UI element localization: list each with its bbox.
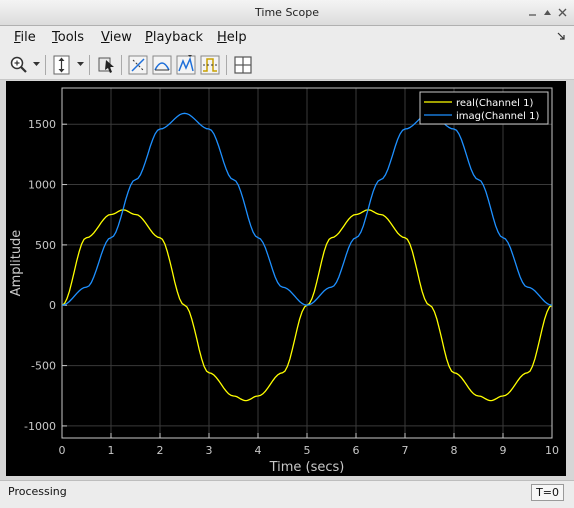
menu-playback-label: layback <box>152 30 204 45</box>
toolbar-separator <box>121 55 122 75</box>
zoom-y-icon <box>53 55 70 75</box>
window-title: Time Scope <box>255 6 319 19</box>
close-icon <box>558 8 567 17</box>
legend-label: real(Channel 1) <box>456 98 533 109</box>
data-cursor-button[interactable] <box>95 54 117 76</box>
menu-tools[interactable]: Tools <box>52 30 84 45</box>
chevron-down-icon <box>77 62 84 66</box>
menu-file[interactable]: File <box>14 30 36 45</box>
y-tick-label: 1000 <box>28 179 56 192</box>
menu-help-mnemonic: H <box>217 30 227 45</box>
toolbar-separator <box>89 55 90 75</box>
toolbar <box>0 50 574 80</box>
cursor-measurements-button[interactable] <box>127 54 149 76</box>
window-titlebar: Time Scope <box>0 0 574 26</box>
y-tick-label: -500 <box>31 360 56 373</box>
undock-arrow-icon <box>557 32 565 40</box>
minimize-button[interactable] <box>528 8 537 17</box>
x-tick-label: 1 <box>108 444 115 457</box>
menu-playback-mnemonic: P <box>145 30 153 45</box>
x-tick-label: 5 <box>304 444 311 457</box>
signal-statistics-button[interactable] <box>151 54 173 76</box>
menu-bar: File Tools View Playback Help <box>0 26 574 50</box>
menu-view[interactable]: View <box>101 30 132 45</box>
bilevel-measurements-icon <box>200 55 220 75</box>
layout-icon <box>234 56 252 74</box>
status-bar: Processing T=0 <box>0 480 574 508</box>
maximize-icon <box>544 10 551 15</box>
menu-help[interactable]: Help <box>217 30 247 45</box>
zoom-in-icon <box>10 56 27 73</box>
x-axis-label: Time (secs) <box>269 460 345 475</box>
time-scope-chart: 0 1 2 3 4 5 6 7 8 9 10 -1000 -500 0 500 1000 1500 Time (s… <box>9 87 559 475</box>
legend-label: imag(Channel 1) <box>456 111 539 122</box>
menu-tools-label: ools <box>57 30 85 45</box>
x-tick-label: 9 <box>500 444 507 457</box>
maximize-button[interactable] <box>543 8 552 17</box>
menu-help-label: elp <box>226 30 247 45</box>
y-tick-label: 1500 <box>28 118 56 131</box>
data-cursor-icon <box>98 57 114 73</box>
scale-y-button[interactable] <box>51 54 73 76</box>
simulation-time: T=0 <box>531 484 564 501</box>
undock-button[interactable] <box>557 32 566 44</box>
x-tick-label: 6 <box>353 444 360 457</box>
x-tick-label: 4 <box>255 444 262 457</box>
scope-display[interactable]: 0 1 2 3 4 5 6 7 8 9 10 -1000 -500 0 500 1000 1500 Time (s… <box>6 81 566 476</box>
minimize-icon <box>529 14 536 16</box>
toolbar-separator <box>45 55 46 75</box>
menu-playback[interactable]: Playback <box>145 30 203 45</box>
peak-finder-icon <box>176 55 196 75</box>
x-tick-label: 3 <box>206 444 213 457</box>
y-tick-label: -1000 <box>24 420 56 433</box>
status-text: Processing <box>8 485 67 498</box>
close-button[interactable] <box>558 8 567 17</box>
peak-finder-button[interactable] <box>175 54 197 76</box>
menu-view-label: iew <box>109 30 132 45</box>
menu-file-label: ile <box>20 30 36 45</box>
menu-view-mnemonic: V <box>101 30 110 45</box>
scale-dropdown-button[interactable] <box>77 60 84 69</box>
chevron-down-icon <box>33 62 40 66</box>
zoom-in-button[interactable] <box>8 54 30 76</box>
x-tick-label: 0 <box>59 444 66 457</box>
layout-button[interactable] <box>232 54 254 76</box>
y-tick-label: 0 <box>49 299 56 312</box>
x-tick-label: 8 <box>451 444 458 457</box>
bilevel-measurements-button[interactable] <box>199 54 221 76</box>
y-axis-label: Amplitude <box>9 230 24 297</box>
x-tick-label: 7 <box>402 444 409 457</box>
signal-statistics-icon <box>152 55 172 75</box>
toolbar-separator <box>226 55 227 75</box>
x-tick-label: 10 <box>545 444 559 457</box>
cursor-measurements-icon <box>128 55 148 75</box>
x-tick-label: 2 <box>157 444 164 457</box>
y-tick-label: 500 <box>35 239 56 252</box>
zoom-dropdown-button[interactable] <box>33 60 40 69</box>
